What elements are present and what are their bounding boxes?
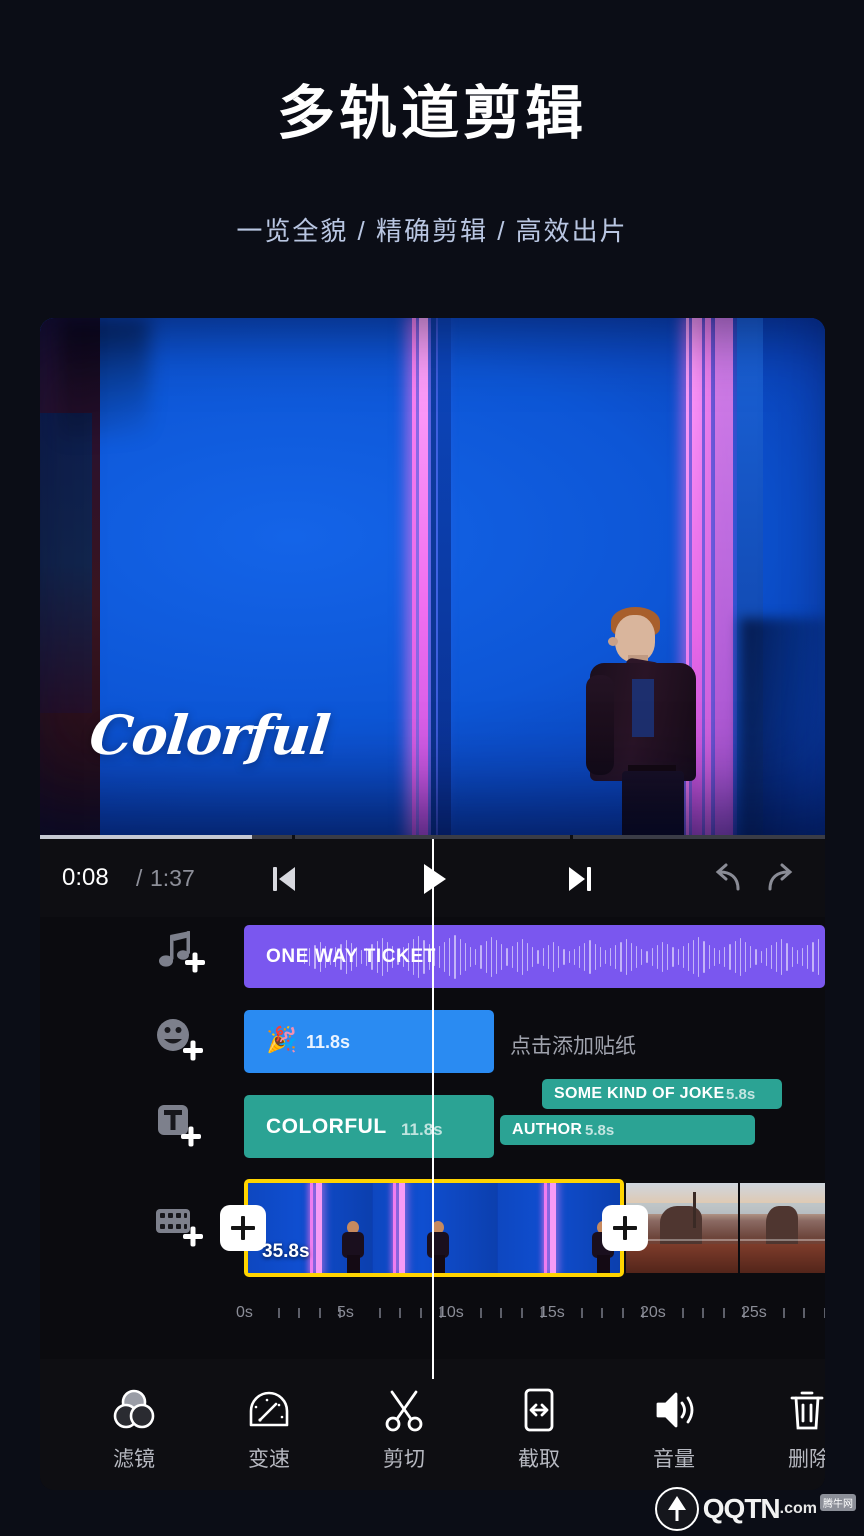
speed-icon — [215, 1383, 323, 1437]
text-clip-main-duration: 11.8s — [401, 1120, 443, 1139]
page-title: 多轨道剪辑 — [276, 81, 587, 146]
smiley-add-icon[interactable] — [150, 1012, 206, 1068]
toolbar-item-filter[interactable]: 滤镜 — [80, 1383, 188, 1473]
time-separator: / — [136, 865, 143, 891]
toolbar-item-trim[interactable]: 截取 — [485, 1383, 593, 1473]
toolbar-item-speed[interactable]: 变速 — [215, 1383, 323, 1473]
timeline[interactable]: ONE WAY TICKET 🎉 11.8s 点击添加贴纸 COLORFUL 1… — [40, 839, 825, 1379]
text-clip-secondary-b[interactable]: AUTHOR 5.8s — [500, 1115, 755, 1145]
video-clip-selected[interactable]: 35.8s — [244, 1179, 624, 1277]
skip-previous-icon[interactable] — [260, 857, 308, 901]
filter-icon — [80, 1383, 188, 1437]
trash-icon — [755, 1383, 825, 1437]
audio-clip[interactable]: ONE WAY TICKET — [244, 925, 825, 988]
text-clip-a-duration: 5.8s — [726, 1086, 756, 1103]
text-clip-secondary-a[interactable]: SOME KIND OF JOKE 5.8s — [542, 1079, 782, 1109]
current-time: 0:08 — [62, 864, 109, 891]
toolbar-item-delete[interactable]: 删除 — [755, 1383, 825, 1473]
app-screenshot-panel: Colorful 0:08 / 1:37 ONE WAY TICKET 🎉 11… — [40, 318, 825, 1490]
sticker-clip[interactable]: 🎉 11.8s — [244, 1010, 494, 1073]
skip-next-icon[interactable] — [556, 857, 604, 901]
text-clip-b-duration: 5.8s — [585, 1122, 615, 1139]
toolbar-item-cut[interactable]: 剪切 — [350, 1383, 458, 1473]
party-popper-icon: 🎉 — [266, 1026, 298, 1054]
total-time: 1:37 — [150, 865, 195, 891]
toolbar-item-volume[interactable]: 音量 — [620, 1383, 728, 1473]
ruler-label: 15s — [539, 1304, 565, 1321]
page-subtitle: 一览全貌 / 精确剪辑 / 高效出片 — [236, 216, 628, 246]
sticker-clip-duration: 11.8s — [306, 1032, 351, 1052]
toolbar-label: 截取 — [518, 1448, 560, 1471]
toolbar-label: 删除 — [788, 1448, 825, 1471]
text-clip-a-label: SOME KIND OF JOKE — [554, 1085, 725, 1102]
ruler-label: 10s — [438, 1304, 464, 1321]
text-clip-main-label: COLORFUL — [266, 1115, 387, 1138]
trim-icon — [485, 1383, 593, 1437]
toolbar-label: 音量 — [653, 1448, 695, 1471]
volume-icon — [620, 1383, 728, 1437]
ruler-label: 0s — [236, 1304, 253, 1321]
video-preview[interactable]: Colorful — [40, 318, 825, 839]
sticker-add-hint[interactable]: 点击添加贴纸 — [510, 1030, 636, 1060]
video-thumbnail[interactable] — [740, 1183, 825, 1273]
film-strip-add-icon[interactable] — [150, 1197, 206, 1253]
music-note-add-icon[interactable] — [150, 927, 206, 983]
ruler-label: 5s — [337, 1304, 354, 1321]
add-transition-left-button[interactable] — [220, 1205, 266, 1251]
audio-clip-title: ONE WAY TICKET — [266, 946, 436, 967]
page-root: 多轨道剪辑 一览全貌 / 精确剪辑 / 高效出片 Colorful 0:08 /… — [0, 0, 864, 1536]
text-clip-main[interactable]: COLORFUL 11.8s — [244, 1095, 494, 1158]
ruler-label: 25s — [741, 1304, 767, 1321]
add-transition-right-button[interactable] — [602, 1205, 648, 1251]
toolbar-label: 滤镜 — [113, 1448, 155, 1471]
watermark-logo-icon — [654, 1487, 699, 1531]
text-clip-b-label: AUTHOR — [512, 1121, 583, 1138]
toolbar-label: 剪切 — [383, 1448, 425, 1471]
scissors-icon — [350, 1383, 458, 1437]
watermark: QQTN .com 腾牛网 — [654, 1487, 856, 1531]
ruler-label: 20s — [640, 1304, 666, 1321]
watermark-name: QQTN — [702, 1493, 781, 1524]
video-clip-duration: 35.8s — [262, 1241, 310, 1262]
preview-overlay-text: Colorful — [86, 703, 333, 767]
redo-icon[interactable] — [756, 857, 804, 901]
watermark-badge: 腾牛网 — [820, 1493, 856, 1511]
text-add-icon[interactable] — [150, 1097, 206, 1153]
toolbar-label: 变速 — [248, 1448, 290, 1471]
undo-icon[interactable] — [704, 857, 752, 901]
watermark-tld: .com — [779, 1500, 817, 1517]
playhead[interactable] — [432, 839, 434, 1379]
